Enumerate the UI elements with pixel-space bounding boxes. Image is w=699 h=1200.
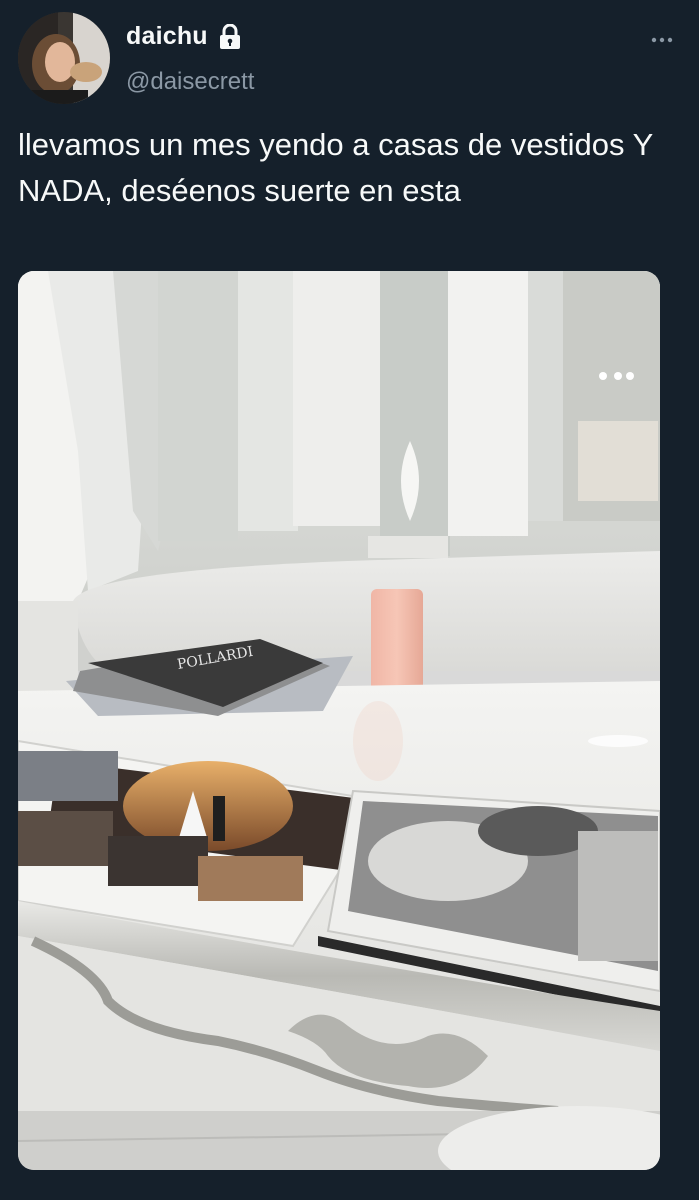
avatar-image xyxy=(18,12,110,104)
display-name[interactable]: daichu xyxy=(126,22,208,51)
ellipsis-icon[interactable] xyxy=(651,30,673,50)
photo-bridal-shop: POLLARDI xyxy=(18,271,660,1170)
tweet-text: llevamos un mes yendo a casas de vestido… xyxy=(18,127,653,208)
display-name-row: daichu xyxy=(126,22,242,51)
tweet: daichu @daisecrett llevamos un mes yendo… xyxy=(0,0,699,1200)
handle[interactable]: @daisecrett xyxy=(126,68,254,96)
avatar[interactable] xyxy=(18,12,110,104)
tweet-photo[interactable]: POLLARDI xyxy=(18,271,660,1170)
lock-icon xyxy=(218,23,242,50)
